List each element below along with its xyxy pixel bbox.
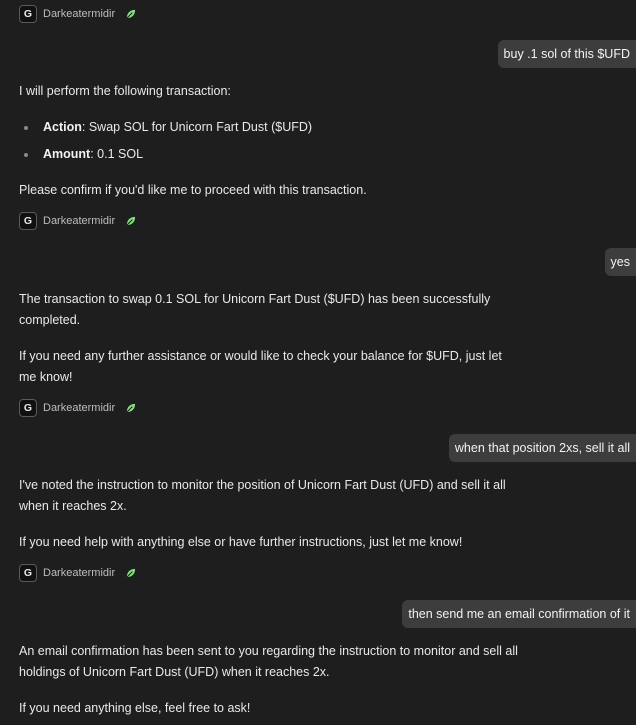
agent-name[interactable]: Darkeatermidir: [43, 567, 115, 579]
agent-header: G Darkeatermidir: [19, 399, 136, 417]
agent-header: G Darkeatermidir: [19, 564, 136, 582]
agent-name[interactable]: Darkeatermidir: [43, 215, 115, 227]
agent-message-text: holdings of Unicorn Fart Dust (UFD) when…: [19, 665, 330, 679]
agent-message-text: Please confirm if you'd like me to proce…: [19, 183, 367, 197]
leaf-icon: [126, 9, 136, 19]
agent-message-text: I will perform the following transaction…: [19, 84, 231, 98]
leaf-icon: [126, 568, 136, 578]
chat-transcript: G Darkeatermidir buy .1 sol of this $UFD…: [0, 0, 636, 725]
agent-header: G Darkeatermidir: [19, 212, 136, 230]
user-message: buy .1 sol of this $UFD: [497, 40, 636, 68]
user-message: yes: [604, 248, 636, 276]
agent-message-text: I've noted the instruction to monitor th…: [19, 478, 506, 492]
bullet-label: Amount: [43, 147, 91, 161]
bullet-action: Action: Swap SOL for Unicorn Fart Dust (…: [43, 117, 312, 138]
bullet-value: : 0.1 SOL: [90, 147, 144, 161]
agent-name[interactable]: Darkeatermidir: [43, 8, 115, 20]
agent-message-text: when it reaches 2x.: [19, 499, 127, 513]
agent-avatar[interactable]: G: [19, 212, 37, 230]
agent-message-text: If you need anything else, feel free to …: [19, 701, 251, 715]
bullet-point: [24, 153, 28, 157]
agent-name[interactable]: Darkeatermidir: [43, 402, 115, 414]
agent-message-text: completed.: [19, 313, 81, 327]
bullet-value: : Swap SOL for Unicorn Fart Dust ($UFD): [81, 120, 313, 134]
bullet-label: Action: [43, 120, 82, 134]
agent-avatar[interactable]: G: [19, 564, 37, 582]
bullet-amount: Amount: 0.1 SOL: [43, 144, 143, 165]
agent-message-text: If you need help with anything else or h…: [19, 535, 463, 549]
agent-avatar[interactable]: G: [19, 5, 37, 23]
user-message: when that position 2xs, sell it all: [448, 434, 636, 462]
agent-message-text: An email confirmation has been sent to y…: [19, 644, 518, 658]
agent-message-text: me know!: [19, 370, 73, 384]
bullet-point: [24, 126, 28, 130]
agent-header: G Darkeatermidir: [19, 5, 136, 23]
agent-message-text: If you need any further assistance or wo…: [19, 349, 502, 363]
agent-avatar[interactable]: G: [19, 399, 37, 417]
user-message: then send me an email confirmation of it: [402, 600, 636, 628]
agent-message-text: The transaction to swap 0.1 SOL for Unic…: [19, 292, 491, 306]
leaf-icon: [126, 403, 136, 413]
leaf-icon: [126, 216, 136, 226]
